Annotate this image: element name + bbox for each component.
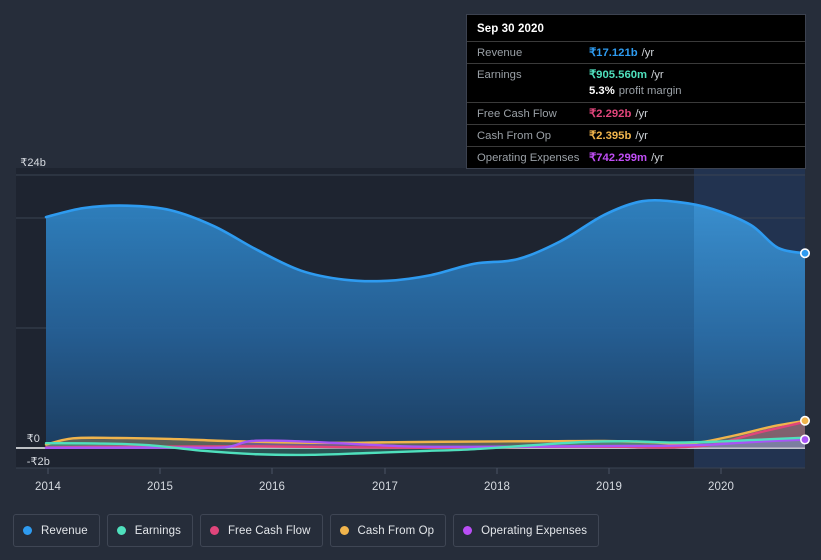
chart-stage: ₹24b ₹0 -₹2b 2014 2015 2016 2017 2018 20… [0, 0, 821, 505]
legend-item-cash-from-op[interactable]: Cash From Op [329, 514, 447, 547]
tooltip-date: Sep 30 2020 [477, 23, 544, 35]
tooltip-unit-operating-expenses: /yr [651, 152, 664, 164]
endpoint-marker [799, 248, 810, 259]
x-axis-label-2018: 2018 [484, 481, 510, 493]
tooltip-value-earnings: ₹905.560m [589, 69, 648, 81]
legend-item-earnings[interactable]: Earnings [106, 514, 193, 547]
tooltip-unit-earnings: /yr [651, 69, 664, 81]
tooltip-row-revenue: Revenue ₹17.121b /yr [467, 41, 805, 63]
chart-legend: Revenue Earnings Free Cash Flow Cash Fro… [13, 514, 600, 547]
legend-dot-cash-from-op-icon [339, 526, 349, 535]
y-axis-label-zero: ₹0 [26, 433, 40, 445]
legend-dot-revenue-icon [23, 526, 32, 535]
endpoint-marker [799, 415, 810, 426]
endpoint-marker [799, 434, 810, 445]
tooltip-profit-margin-label: profit margin [618, 85, 682, 97]
x-axis-label-2017: 2017 [372, 481, 398, 493]
tooltip-label-free-cash-flow: Free Cash Flow [477, 108, 557, 120]
x-axis-ticks [47, 468, 722, 474]
tooltip-unit-revenue: /yr [641, 47, 655, 59]
tooltip-value-free-cash-flow: ₹2.292b [589, 108, 632, 120]
tooltip-unit-cash-from-op: /yr [635, 130, 648, 142]
legend-item-operating-expenses[interactable]: Operating Expenses [453, 514, 600, 547]
tooltip-row-earnings: Earnings ₹905.560m /yr [467, 63, 805, 85]
tooltip-row-operating-expenses: Operating Expenses ₹742.299m /yr [467, 146, 805, 168]
legend-label-earnings: Earnings [134, 524, 181, 537]
x-axis-label-2015: 2015 [147, 481, 173, 493]
tooltip-value-cash-from-op: ₹2.395b [589, 130, 632, 142]
legend-dot-earnings-icon [116, 526, 126, 535]
legend-label-operating-expenses: Operating Expenses [481, 524, 588, 537]
tooltip-label-earnings: Earnings [477, 69, 522, 81]
tooltip-profit-margin-value: 5.3% [589, 85, 615, 97]
y-axis-label-bottom: -₹2b [26, 456, 50, 468]
tooltip-row-cash-from-op: Cash From Op ₹2.395b /yr [467, 124, 805, 146]
x-axis-label-2016: 2016 [259, 481, 285, 493]
legend-label-revenue: Revenue [41, 524, 88, 537]
x-axis-label-2019: 2019 [596, 481, 622, 493]
tooltip-label-revenue: Revenue [477, 47, 523, 59]
tooltip-unit-free-cash-flow: /yr [635, 108, 648, 120]
tooltip-value-revenue: ₹17.121b [589, 47, 638, 59]
legend-dot-free-cash-flow-icon [209, 526, 219, 535]
tooltip-label-operating-expenses: Operating Expenses [477, 152, 580, 164]
legend-dot-operating-expenses-icon [463, 526, 473, 535]
legend-label-cash-from-op: Cash From Op [357, 524, 435, 537]
x-axis-label-2014: 2014 [35, 481, 61, 493]
legend-label-free-cash-flow: Free Cash Flow [227, 524, 311, 537]
tooltip-row-free-cash-flow: Free Cash Flow ₹2.292b /yr [467, 102, 805, 124]
chart-tooltip: Sep 30 2020 Revenue ₹17.121b /yr Earning… [466, 14, 806, 169]
legend-item-revenue[interactable]: Revenue [13, 514, 100, 547]
y-axis-label-top: ₹24b [20, 157, 46, 169]
legend-item-free-cash-flow[interactable]: Free Cash Flow [199, 514, 323, 547]
tooltip-row-profit-margin: 5.3% profit margin [467, 85, 805, 102]
tooltip-label-cash-from-op: Cash From Op [477, 130, 552, 142]
tooltip-value-operating-expenses: ₹742.299m [589, 152, 648, 164]
x-axis-label-2020: 2020 [708, 481, 734, 493]
financial-chart-page: ₹24b ₹0 -₹2b 2014 2015 2016 2017 2018 20… [0, 0, 821, 560]
